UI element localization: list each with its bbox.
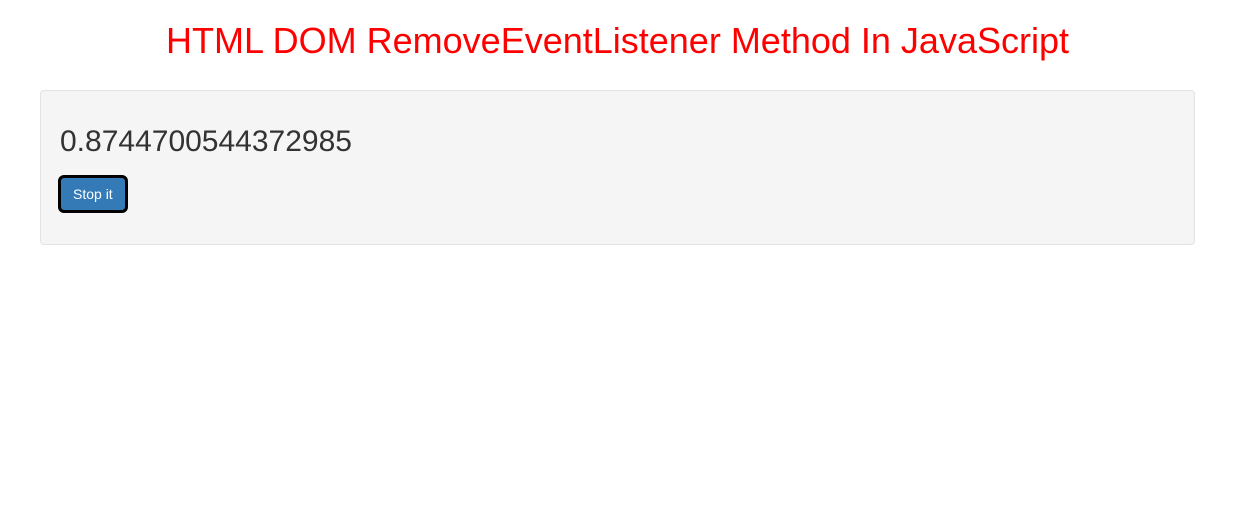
stop-button[interactable]: Stop it [60,177,126,211]
output-value: 0.8744700544372985 [60,125,1175,159]
demo-well: 0.8744700544372985 Stop it [40,90,1195,245]
page-title: HTML DOM RemoveEventListener Method In J… [0,20,1235,62]
